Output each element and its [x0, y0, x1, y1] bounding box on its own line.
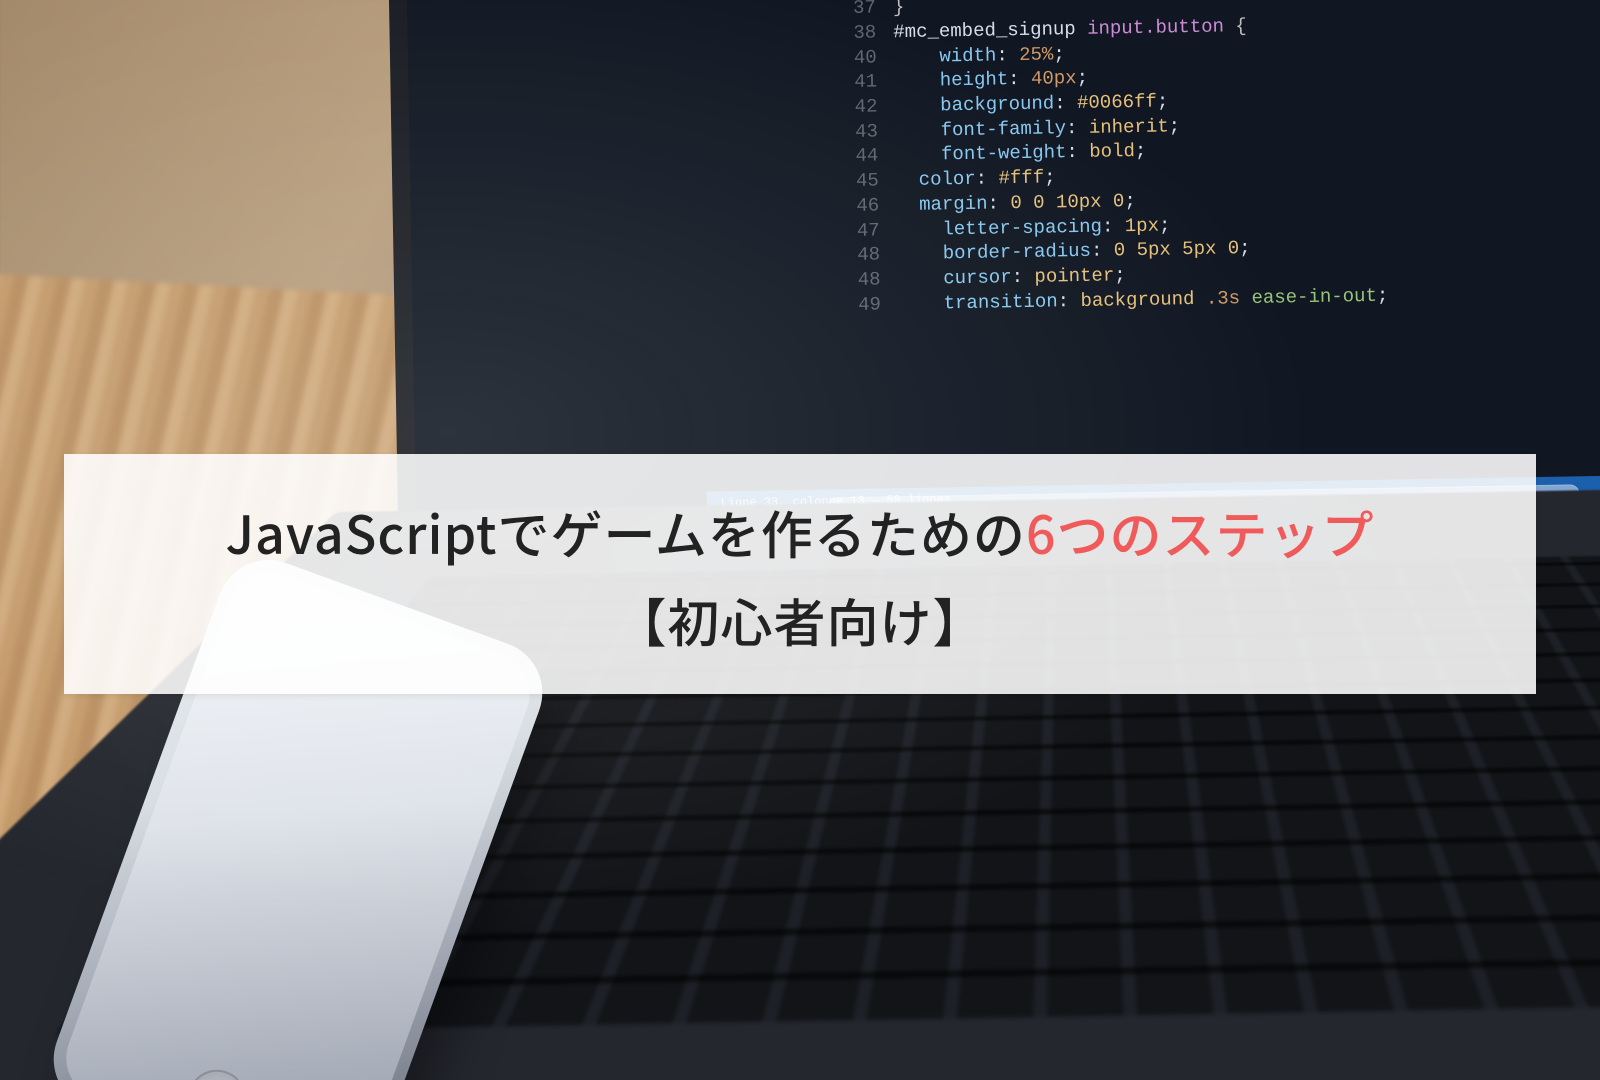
code-editor: 32 letter-spacing: 1px;33 text-indent: 5…: [842, 0, 1600, 318]
headline-part1: JavaScriptでゲームを作るための: [225, 494, 1025, 569]
headline-line-2: 【初心者向け】: [92, 576, 1508, 664]
headline-line-1: JavaScriptでゲームを作るための6つのステップ: [92, 488, 1508, 576]
laptop-screen: 32 letter-spacing: 1px;33 text-indent: 5…: [388, 0, 1600, 525]
headline-accent: 6つのステップ: [1026, 494, 1375, 569]
headline-panel: JavaScriptでゲームを作るための6つのステップ 【初心者向け】: [64, 454, 1536, 695]
